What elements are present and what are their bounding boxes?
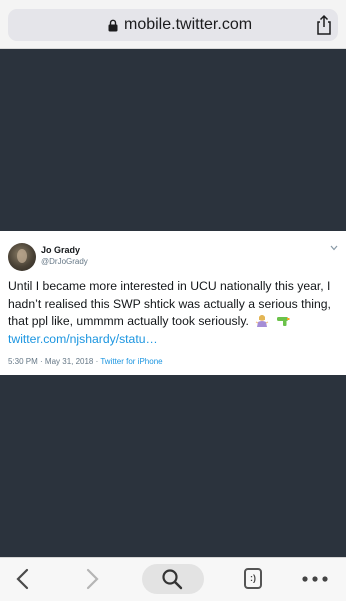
tweet-source[interactable]: Twitter for iPhone xyxy=(100,357,162,366)
more-horizontal-icon[interactable] xyxy=(302,576,328,582)
water-pistol-emoji xyxy=(276,317,290,326)
avatar[interactable] xyxy=(8,243,36,271)
chevron-right-icon[interactable] xyxy=(84,568,100,590)
chevron-left-icon[interactable] xyxy=(15,568,31,590)
tweet-text: Until I became more interested in UCU na… xyxy=(8,278,344,331)
page-background-top xyxy=(0,49,346,231)
tweet-meta: 5:30 PM · May 31, 2018 · Twitter for iPh… xyxy=(8,357,163,366)
author-handle[interactable]: @DrJoGrady xyxy=(41,257,88,266)
tabs-button[interactable]: :) xyxy=(244,568,262,589)
address-bar[interactable]: mobile.twitter.com xyxy=(8,9,338,41)
search-icon xyxy=(162,569,183,590)
page-background-bottom xyxy=(0,375,346,557)
tweet-link[interactable]: twitter.com/njshardy/statu… xyxy=(8,332,158,346)
url-text: mobile.twitter.com xyxy=(124,16,253,33)
browser-top-bar: mobile.twitter.com xyxy=(0,0,346,49)
tweet-card[interactable]: Jo Grady @DrJoGrady Until I became more … xyxy=(0,231,346,375)
lock-icon xyxy=(108,19,118,32)
tabs-label: :) xyxy=(250,573,256,583)
author-name[interactable]: Jo Grady xyxy=(41,245,80,255)
share-icon[interactable] xyxy=(314,14,334,36)
search-button[interactable] xyxy=(142,564,204,594)
woman-shrugging-emoji xyxy=(256,315,269,327)
chevron-down-icon[interactable] xyxy=(330,245,338,251)
browser-bottom-toolbar: :) xyxy=(0,557,346,601)
tweet-timestamp[interactable]: 5:30 PM · May 31, 2018 · xyxy=(8,357,100,366)
